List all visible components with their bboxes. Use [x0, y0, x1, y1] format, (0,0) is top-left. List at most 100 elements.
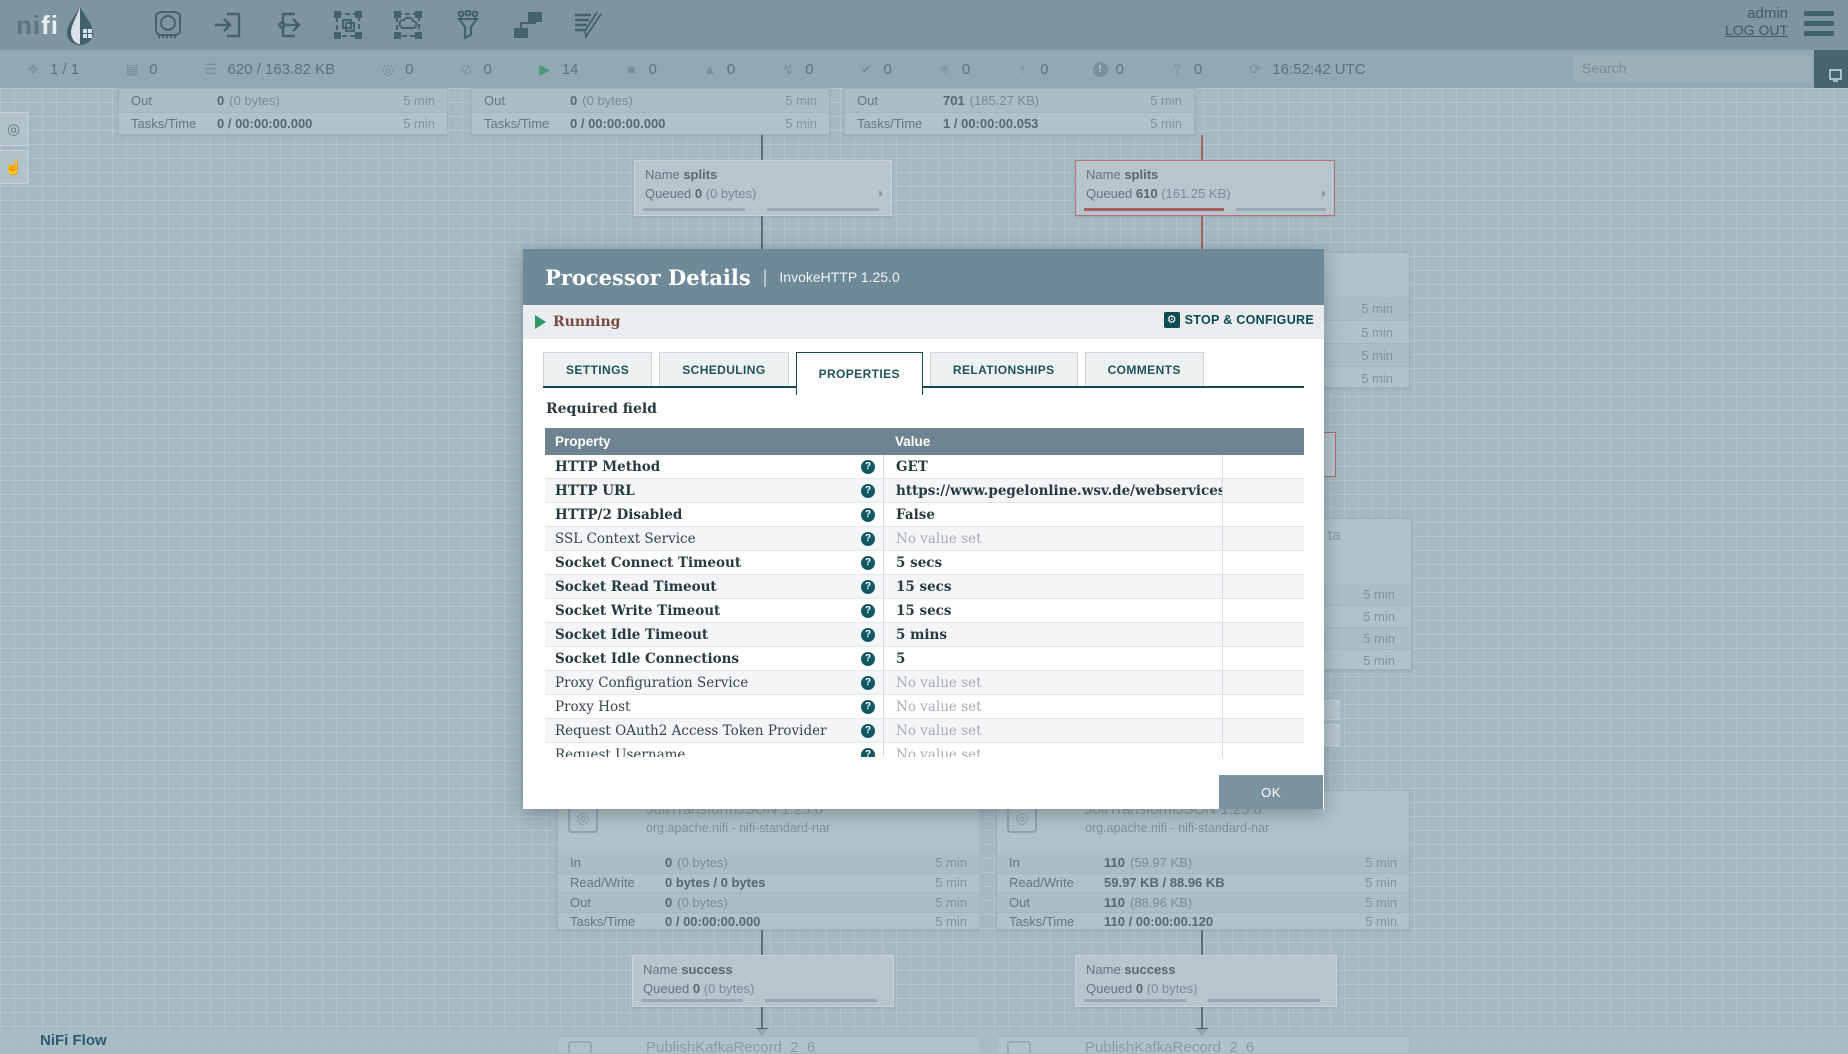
- property-row[interactable]: Proxy Host?No value set: [545, 695, 1304, 719]
- bulletin-board-button[interactable]: [1814, 50, 1848, 88]
- tab-scheduling[interactable]: SCHEDULING: [659, 352, 788, 387]
- dialog-tabs: SETTINGSSCHEDULINGPROPERTIESRELATIONSHIP…: [543, 352, 1211, 395]
- connection-label-splits-right[interactable]: Name splits Queued 610 (161.25 KB)◑: [1075, 160, 1335, 216]
- search-input[interactable]: Search: [1574, 56, 1812, 82]
- status-item-stopped: ■0: [623, 61, 657, 78]
- status-value: 0: [962, 61, 970, 78]
- property-row[interactable]: Socket Write Timeout?15 secs: [545, 599, 1304, 623]
- flow-status-bar: ❖1 / 1▦0☰620 / 163.82 KB◎0⊘0▶14■0▲0↯0✔0✳…: [0, 50, 1848, 88]
- remote-process-group-icon[interactable]: [393, 10, 423, 40]
- transmitting-icon: ◎: [379, 61, 397, 78]
- grid-icon: ▦: [123, 61, 141, 78]
- nifi-logo: nifi: [16, 5, 97, 45]
- help-icon[interactable]: ?: [861, 508, 875, 522]
- help-icon[interactable]: ?: [861, 748, 875, 758]
- help-icon[interactable]: ?: [861, 700, 875, 714]
- running-icon: [535, 315, 546, 329]
- disabled-icon: ↯: [779, 61, 797, 78]
- gear-icon: ⚙: [1164, 312, 1180, 328]
- property-row[interactable]: HTTP URL?https://www.pegelonline.wsv.de/…: [545, 479, 1304, 503]
- tab-settings[interactable]: SETTINGS: [543, 352, 652, 387]
- connection-line: [761, 1007, 763, 1029]
- connection-label-success-left[interactable]: Name success Queued 0 (0 bytes): [632, 955, 894, 1007]
- label-icon[interactable]: [573, 10, 603, 40]
- help-icon[interactable]: ?: [861, 652, 875, 666]
- property-row[interactable]: Socket Idle Timeout?5 mins: [545, 623, 1304, 647]
- processor-partial-bottom-right[interactable]: PublishKafkaRecord_2_6: [996, 1036, 1410, 1054]
- property-row-extra: [1222, 551, 1304, 574]
- nifi-logo-text: nifi: [16, 10, 59, 41]
- value-column-header: Value: [883, 434, 1222, 449]
- output-port-icon[interactable]: [273, 10, 303, 40]
- processor-partial-bottom-left[interactable]: PublishKafkaRecord_2_6: [557, 1036, 980, 1054]
- processor-icon[interactable]: [153, 10, 183, 40]
- property-name: HTTP Method?: [545, 459, 883, 475]
- property-row[interactable]: SSL Context Service?No value set: [545, 527, 1304, 551]
- navigate-palette-button[interactable]: ◎: [0, 112, 28, 146]
- processor-stats-partial-1[interactable]: Out0(0 bytes)5 minTasks/Time0 / 00:00:00…: [118, 88, 448, 135]
- funnel-icon[interactable]: [453, 10, 483, 40]
- property-row[interactable]: Request Username?No value set: [545, 743, 1304, 757]
- processor-jolt-right[interactable]: ◎ JoltTransformJSON 1.25.0 org.apache.ni…: [996, 790, 1410, 930]
- tab-properties[interactable]: PROPERTIES: [796, 352, 923, 395]
- property-row[interactable]: HTTP Method?GET: [545, 455, 1304, 479]
- help-icon[interactable]: ?: [861, 628, 875, 642]
- tab-relationships[interactable]: RELATIONSHIPS: [930, 352, 1078, 387]
- status-value: 0: [405, 61, 413, 78]
- help-icon[interactable]: ?: [861, 604, 875, 618]
- cluster-icon: ❖: [24, 61, 42, 78]
- property-row[interactable]: Socket Idle Connections?5: [545, 647, 1304, 671]
- property-row[interactable]: HTTP/2 Disabled?False: [545, 503, 1304, 527]
- input-port-icon[interactable]: [213, 10, 243, 40]
- processor-stats-partial-3[interactable]: Out701(185.27 KB)5 minTasks/Time1 / 00:0…: [844, 88, 1195, 135]
- property-value: No value set: [883, 743, 1222, 757]
- help-icon[interactable]: ?: [861, 724, 875, 738]
- property-row-extra: [1222, 623, 1304, 646]
- connection-label-success-right[interactable]: Name success Queued 0 (0 bytes): [1075, 955, 1337, 1007]
- properties-table: Property Value HTTP Method?GETHTTP URL?h…: [545, 428, 1304, 757]
- logout-link[interactable]: LOG OUT: [1725, 22, 1788, 38]
- property-row[interactable]: Proxy Configuration Service?No value set: [545, 671, 1304, 695]
- stat-row-out: Out110(88.96 KB)5 min: [997, 892, 1409, 912]
- status-item-cluster: ❖1 / 1: [24, 61, 79, 78]
- stat-row-out: Out0(0 bytes)5 min: [119, 89, 447, 112]
- processor-bundle-label: org.apache.nifi - nifi-standard-nar: [646, 821, 830, 835]
- help-icon[interactable]: ?: [861, 580, 875, 594]
- process-group-icon[interactable]: [333, 10, 363, 40]
- property-row[interactable]: Socket Connect Timeout?5 secs: [545, 551, 1304, 575]
- breadcrumb[interactable]: NiFi Flow: [40, 1032, 107, 1049]
- property-name: Socket Idle Timeout?: [545, 627, 883, 643]
- ok-button[interactable]: OK: [1219, 775, 1323, 809]
- status-value: 0: [149, 61, 157, 78]
- help-icon[interactable]: ?: [861, 484, 875, 498]
- property-row[interactable]: Socket Read Timeout?15 secs: [545, 575, 1304, 599]
- stop-and-configure-button[interactable]: ⚙ STOP & CONFIGURE: [1164, 312, 1314, 328]
- property-name: Proxy Host?: [545, 699, 883, 715]
- stat-row-in: In110(59.97 KB)5 min: [997, 853, 1409, 873]
- property-row-extra: [1222, 455, 1304, 478]
- status-value: 0: [805, 61, 813, 78]
- processor-state-bar: Running ⚙ STOP & CONFIGURE: [523, 305, 1324, 339]
- stat-row-tasks-time: Tasks/Time0 / 00:00:00.0005 min: [558, 912, 979, 932]
- processor-type-label: PublishKafkaRecord_2_6: [1085, 1039, 1254, 1054]
- help-icon[interactable]: ?: [861, 556, 875, 570]
- help-icon[interactable]: ?: [861, 676, 875, 690]
- property-row[interactable]: Request OAuth2 Access Token Provider?No …: [545, 719, 1304, 743]
- operate-palette-button[interactable]: ☝: [0, 150, 28, 184]
- current-user-label: admin: [1725, 5, 1788, 22]
- queue-percent-icon: ◑: [1319, 186, 1326, 200]
- connection-label-splits-left[interactable]: Name splits Queued 0 (0 bytes)◑: [634, 160, 892, 216]
- help-icon[interactable]: ?: [861, 532, 875, 546]
- template-icon[interactable]: [513, 10, 543, 40]
- dialog-title: Processor Details: [545, 265, 751, 290]
- processor-jolt-left[interactable]: ◎ JoltTransformJSON 1.25.0 org.apache.ni…: [557, 790, 980, 930]
- top-navbar: nifi admin LOG OUT: [0, 0, 1848, 50]
- help-icon[interactable]: ?: [861, 460, 875, 474]
- hand-icon: ☝: [4, 158, 23, 176]
- stopped-icon: ■: [623, 61, 641, 77]
- component-toolbar: [153, 10, 603, 40]
- property-value: 15 secs: [883, 599, 1222, 622]
- tab-comments[interactable]: COMMENTS: [1085, 352, 1204, 387]
- global-menu-icon[interactable]: [1804, 11, 1834, 36]
- processor-stats-partial-2[interactable]: Out0(0 bytes)5 minTasks/Time0 / 00:00:00…: [471, 88, 830, 135]
